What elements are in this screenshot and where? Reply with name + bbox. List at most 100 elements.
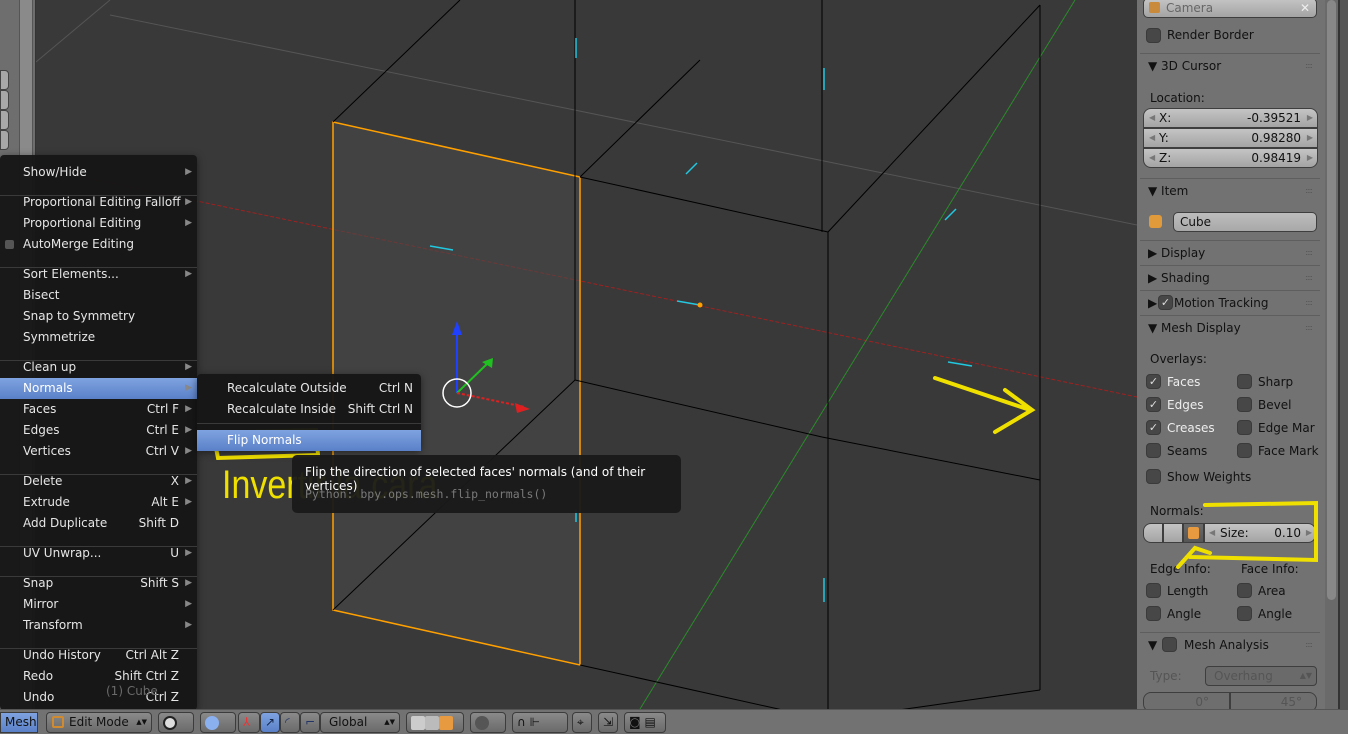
length-checkbox[interactable]	[1146, 583, 1161, 598]
motion-tracking-checkbox[interactable]: ✓	[1158, 295, 1173, 310]
pivot-icon	[205, 715, 219, 730]
creases-checkbox[interactable]: ✓	[1146, 420, 1161, 435]
occlusion-button[interactable]: ⇲	[598, 712, 618, 733]
translate-manipulator-button[interactable]: ↗	[260, 712, 280, 733]
normals-submenu[interactable]: Recalculate Outside Ctrl N Recalculate Ins…	[197, 374, 421, 451]
panel-header-display[interactable]: ▶ Display::::	[1140, 240, 1320, 264]
faces-checkbox[interactable]: ✓	[1146, 374, 1161, 389]
sharp-checkbox[interactable]	[1237, 374, 1252, 389]
analysis-type-dropdown[interactable]: Overhang ▲▼	[1205, 666, 1317, 686]
tool-button[interactable]	[0, 110, 9, 130]
pivot-point-dropdown[interactable]	[200, 712, 236, 733]
menu-item-clean-up[interactable]: Clean up ▶	[0, 357, 197, 378]
show-weights-checkbox[interactable]	[1146, 469, 1161, 484]
menu-item-bisect[interactable]: Bisect	[0, 285, 197, 306]
menu-item-uv-unwrap[interactable]: UV Unwrap... U ▶	[0, 543, 197, 564]
submenu-item-flip-normals[interactable]: Flip Normals	[197, 430, 421, 451]
edge-select-icon	[425, 715, 439, 730]
menu-item-transform[interactable]: Transform ▶	[0, 615, 197, 636]
seams-checkbox[interactable]	[1146, 443, 1161, 458]
menu-item-faces[interactable]: Faces Ctrl F ▶	[0, 399, 197, 420]
cursor-y-field[interactable]: ◀ Y: 0.98280 ▶	[1143, 128, 1318, 148]
panel-header-shading[interactable]: ▶ Shading::::	[1140, 265, 1320, 289]
rotate-manipulator-button[interactable]: ◜	[280, 712, 300, 733]
mesh-menu[interactable]: Show/Hide ▶ Proportional Editing Falloff ▶ P…	[0, 155, 197, 710]
menu-item-mirror[interactable]: Mirror ▶	[0, 594, 197, 615]
menu-item-extrude[interactable]: Extrude Alt E ▶	[0, 492, 197, 513]
menu-item-undo[interactable]: Undo Ctrl Z	[0, 687, 197, 708]
menu-item-vertices[interactable]: Vertices Ctrl V ▶	[0, 441, 197, 462]
bevel-checkbox[interactable]	[1237, 397, 1252, 412]
menu-item-label: Mirror	[23, 597, 59, 611]
vertex-normals-toggle[interactable]	[1143, 523, 1163, 543]
automerge-checkbox[interactable]	[5, 240, 14, 249]
cursor-z-field[interactable]: ◀ Z: 0.98419 ▶	[1143, 148, 1318, 168]
menu-item-redo[interactable]: Redo Shift Ctrl Z	[0, 666, 197, 687]
select-mode-buttons[interactable]	[406, 712, 464, 733]
submenu-item-recalculate-outside[interactable]: Recalculate Outside Ctrl N	[197, 378, 421, 399]
cursor-x-field[interactable]: ◀ X: -0.39521 ▶	[1143, 108, 1318, 128]
viewport-header: Mesh Edit Mode ▲▼ ⅄ ↗ ◜ ⌐ Global ▲▼ ∩ ⊩ ⌖ …	[0, 709, 1348, 734]
face-mark-checkbox[interactable]	[1237, 443, 1252, 458]
object-name-field[interactable]: Cube	[1173, 212, 1317, 232]
properties-panel[interactable]: Camera ✕ Render Border ▼ 3D Cursor:::: L…	[1137, 0, 1325, 712]
menu-item-sort-elements[interactable]: Sort Elements... ▶	[0, 264, 197, 285]
menu-item-add-duplicate[interactable]: Add Duplicate Shift D	[0, 513, 197, 534]
orientation-dropdown[interactable]: Global ▲▼	[320, 712, 400, 733]
render-buttons[interactable]: ◙ ▤	[624, 712, 666, 733]
edge-mark-checkbox[interactable]	[1237, 420, 1252, 435]
submenu-arrow-icon: ▶	[185, 578, 192, 588]
menu-item-snap-to-symmetry[interactable]: Snap to Symmetry	[0, 306, 197, 327]
menu-item-shortcut: Alt E	[151, 495, 179, 509]
menu-item-show-hide[interactable]: Show/Hide ▶	[0, 162, 197, 183]
edges-checkbox[interactable]: ✓	[1146, 397, 1161, 412]
menu-item-label: Undo History	[23, 648, 101, 662]
panel-header-item[interactable]: ▼ Item::::	[1140, 178, 1320, 202]
scale-manipulator-button[interactable]: ⌐	[300, 712, 320, 733]
menu-item-label: Transform	[23, 618, 83, 632]
tool-button[interactable]	[0, 130, 9, 150]
panel-header-motion-tracking[interactable]: ▶ ✓ Motion Tracking::::	[1140, 290, 1320, 314]
menu-item-shortcut: Ctrl E	[146, 423, 179, 437]
properties-scrollbar[interactable]	[1325, 0, 1338, 709]
submenu-arrow-icon: ▶	[185, 197, 192, 207]
submenu-item-recalculate-inside[interactable]: Recalculate Inside Shift Ctrl N	[197, 399, 421, 420]
menu-item-delete[interactable]: Delete X ▶	[0, 471, 197, 492]
panel-header-mesh-analysis[interactable]: ▼ Mesh Analysis::::	[1140, 632, 1320, 656]
viewport-shading-dropdown[interactable]	[158, 712, 194, 733]
edge-angle-checkbox[interactable]	[1146, 606, 1161, 621]
grid-line	[109, 14, 1137, 226]
menu-item-automerge-editing[interactable]: AutoMerge Editing	[0, 234, 197, 255]
clear-icon[interactable]: ✕	[1300, 0, 1310, 17]
snap-controls[interactable]: ∩ ⊩	[512, 712, 568, 733]
submenu-arrow-icon: ▶	[185, 404, 192, 414]
face-angle-checkbox[interactable]	[1237, 606, 1252, 621]
render-border-checkbox[interactable]	[1146, 28, 1161, 43]
mesh-analysis-checkbox[interactable]	[1162, 637, 1177, 652]
tool-button[interactable]	[0, 90, 9, 110]
menu-item-proportional-editing-falloff[interactable]: Proportional Editing Falloff ▶	[0, 192, 197, 213]
mesh-object-icon	[1149, 215, 1162, 228]
area-checkbox[interactable]	[1237, 583, 1252, 598]
mesh-menu-button[interactable]: Mesh	[0, 712, 38, 733]
panel-header-3d-cursor[interactable]: ▼ 3D Cursor::::	[1140, 53, 1320, 77]
tooltip-python: Python: bpy.ops.mesh.flip_normals()	[305, 487, 548, 501]
mode-dropdown[interactable]: Edit Mode ▲▼	[46, 712, 152, 733]
camera-field[interactable]: Camera ✕	[1143, 0, 1317, 18]
menu-item-shortcut: Shift Ctrl N	[347, 402, 413, 416]
manipulator-toggle[interactable]: ⅄	[238, 712, 260, 733]
tool-button[interactable]	[0, 70, 9, 90]
menu-item-proportional-editing[interactable]: Proportional Editing ▶	[0, 213, 197, 234]
menu-item-symmetrize[interactable]: Symmetrize	[0, 327, 197, 348]
menu-item-shortcut: Shift S	[140, 576, 179, 590]
sphere-shading-icon	[163, 715, 177, 730]
menu-item-edges[interactable]: Edges Ctrl E ▶	[0, 420, 197, 441]
snap-target-button[interactable]: ⌖	[572, 712, 592, 733]
menu-item-normals[interactable]: Normals ▶	[0, 378, 197, 399]
rotate-icon: ◜	[285, 715, 290, 729]
menu-item-undo-history[interactable]: Undo History Ctrl Alt Z	[0, 645, 197, 666]
proportional-editing-dropdown[interactable]	[470, 712, 506, 733]
menu-item-snap[interactable]: Snap Shift S ▶	[0, 573, 197, 594]
submenu-arrow-icon: ▶	[185, 599, 192, 609]
panel-header-mesh-display[interactable]: ▼ Mesh Display::::	[1140, 315, 1320, 339]
